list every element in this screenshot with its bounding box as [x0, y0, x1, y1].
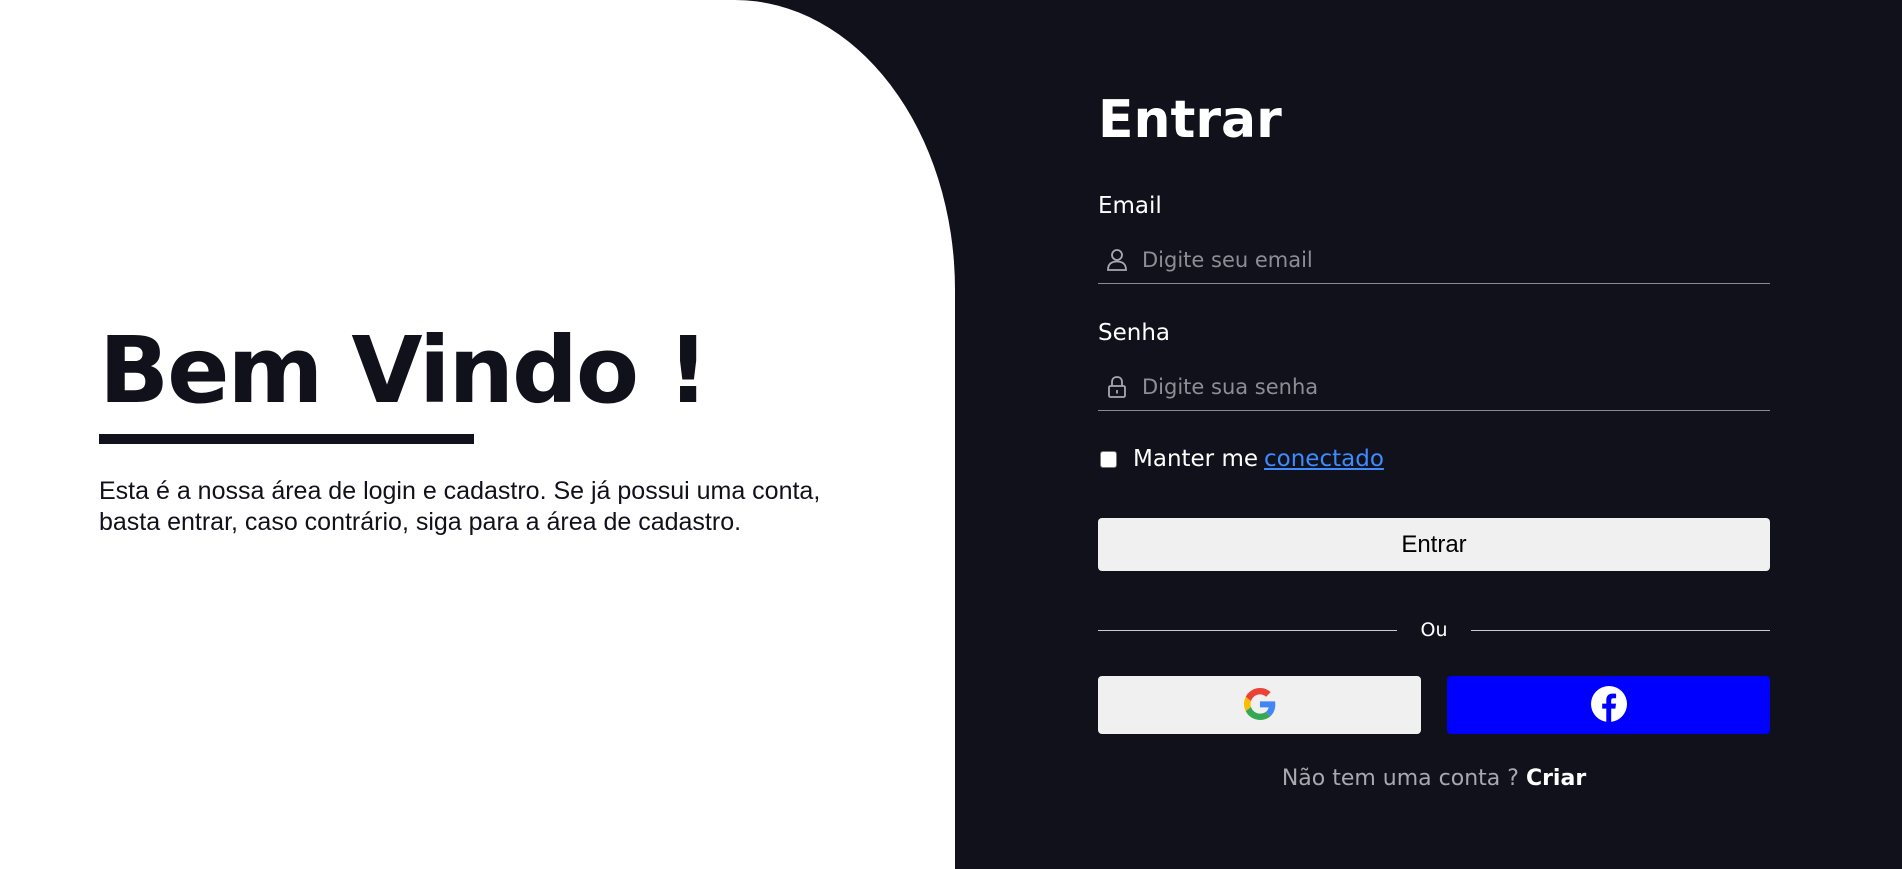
- email-input[interactable]: [1142, 238, 1762, 282]
- email-label: Email: [1098, 193, 1162, 219]
- google-login-button[interactable]: [1098, 676, 1421, 734]
- login-title: Entrar: [1098, 90, 1282, 150]
- remember-me-checkbox[interactable]: [1100, 450, 1117, 468]
- password-label: Senha: [1098, 320, 1170, 346]
- welcome-description: Esta é a nossa área de login e cadastro.…: [99, 477, 821, 536]
- signup-link[interactable]: Criar: [1526, 766, 1586, 791]
- signup-text: Não tem uma conta ?: [1281, 766, 1519, 791]
- welcome-underline: [99, 434, 474, 444]
- divider-line-right: [1471, 630, 1770, 631]
- welcome-panel: Bem Vindo ! Esta é a nossa área de login…: [0, 0, 955, 869]
- or-divider: Ou: [1098, 616, 1770, 646]
- remember-me-link[interactable]: conectado: [1264, 446, 1384, 472]
- facebook-login-button[interactable]: [1447, 676, 1770, 734]
- remember-me-row: Manter me conectado: [1098, 444, 1384, 474]
- signup-prompt: Não tem uma conta ? Criar: [1098, 766, 1770, 791]
- email-field-wrapper: [1098, 238, 1770, 284]
- remember-me-label: Manter me: [1133, 446, 1259, 472]
- facebook-icon: [1590, 685, 1627, 725]
- google-icon: [1243, 687, 1276, 723]
- welcome-title: Bem Vindo !: [99, 317, 709, 424]
- login-button[interactable]: Entrar: [1098, 518, 1770, 571]
- password-input[interactable]: [1142, 365, 1762, 409]
- user-icon: [1106, 248, 1128, 272]
- password-field-wrapper: [1098, 365, 1770, 411]
- lock-icon: [1106, 375, 1128, 399]
